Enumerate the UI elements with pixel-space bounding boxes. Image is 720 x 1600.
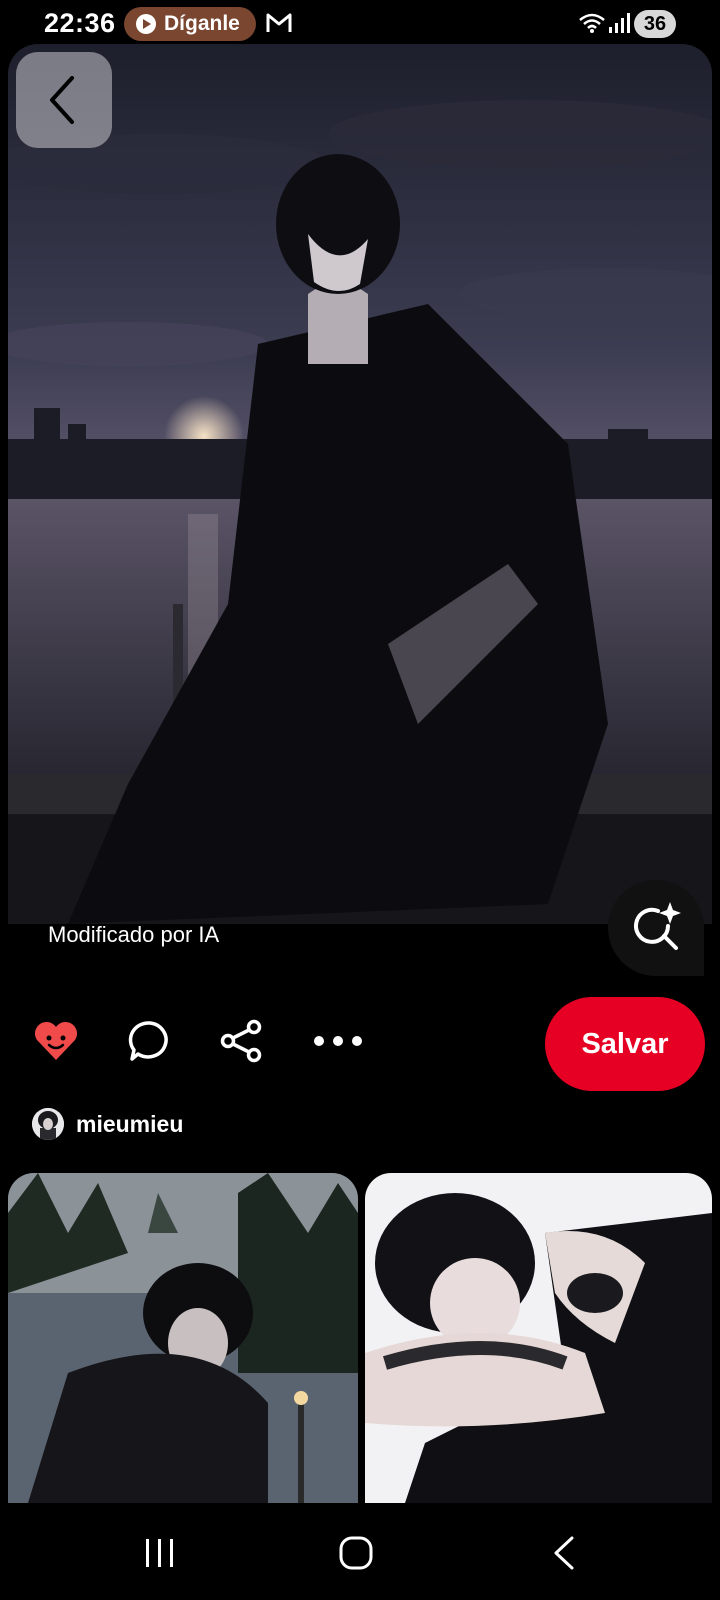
more-options-button[interactable] xyxy=(306,1009,370,1073)
author-name: mieumieu xyxy=(76,1110,184,1137)
visual-search-button[interactable] xyxy=(608,880,704,976)
related-pin-image xyxy=(365,1173,712,1503)
wifi-icon xyxy=(579,13,605,33)
related-pin-image xyxy=(8,1173,358,1503)
nav-back-button[interactable] xyxy=(534,1531,594,1575)
avatar xyxy=(32,1108,64,1140)
status-bar: 22:36 Díganle 36 xyxy=(0,0,720,48)
gmail-icon xyxy=(266,13,292,32)
pin-detail-screen: 22:36 Díganle 36 Modificado por IA Salva… xyxy=(0,0,720,1600)
home-button[interactable] xyxy=(326,1531,386,1575)
status-time: 22:36 xyxy=(44,8,116,38)
notification-pill[interactable]: Díganle xyxy=(124,7,256,41)
comment-icon xyxy=(128,1021,168,1061)
chevron-left-icon xyxy=(50,76,74,124)
pin-artwork xyxy=(8,44,712,924)
ai-modified-label: Modificado por IA xyxy=(48,922,220,947)
play-icon xyxy=(136,14,156,34)
share-icon xyxy=(220,1019,262,1063)
notification-pill-label: Díganle xyxy=(164,12,240,35)
heart-button[interactable] xyxy=(24,1009,88,1073)
heart-icon xyxy=(34,1021,78,1060)
lens-sparkle-icon xyxy=(634,902,681,950)
recents-button[interactable] xyxy=(130,1531,190,1575)
pin-image[interactable] xyxy=(8,44,712,924)
back-button[interactable] xyxy=(16,52,112,148)
related-pin[interactable] xyxy=(365,1173,712,1503)
recents-icon xyxy=(146,1539,173,1567)
pin-action-bar: Salvar xyxy=(0,995,720,1091)
related-pin[interactable] xyxy=(8,1173,358,1503)
battery-icon: 36 xyxy=(634,10,676,38)
more-icon xyxy=(314,1036,362,1046)
comment-button[interactable] xyxy=(118,1009,182,1073)
system-nav-bar xyxy=(0,1503,720,1600)
back-icon xyxy=(554,1536,574,1570)
signal-icon xyxy=(609,13,630,33)
pin-author[interactable]: mieumieu xyxy=(32,1108,183,1140)
avatar-image xyxy=(32,1108,64,1140)
share-button[interactable] xyxy=(210,1009,274,1073)
save-button[interactable]: Salvar xyxy=(545,997,705,1091)
home-icon xyxy=(339,1536,373,1570)
